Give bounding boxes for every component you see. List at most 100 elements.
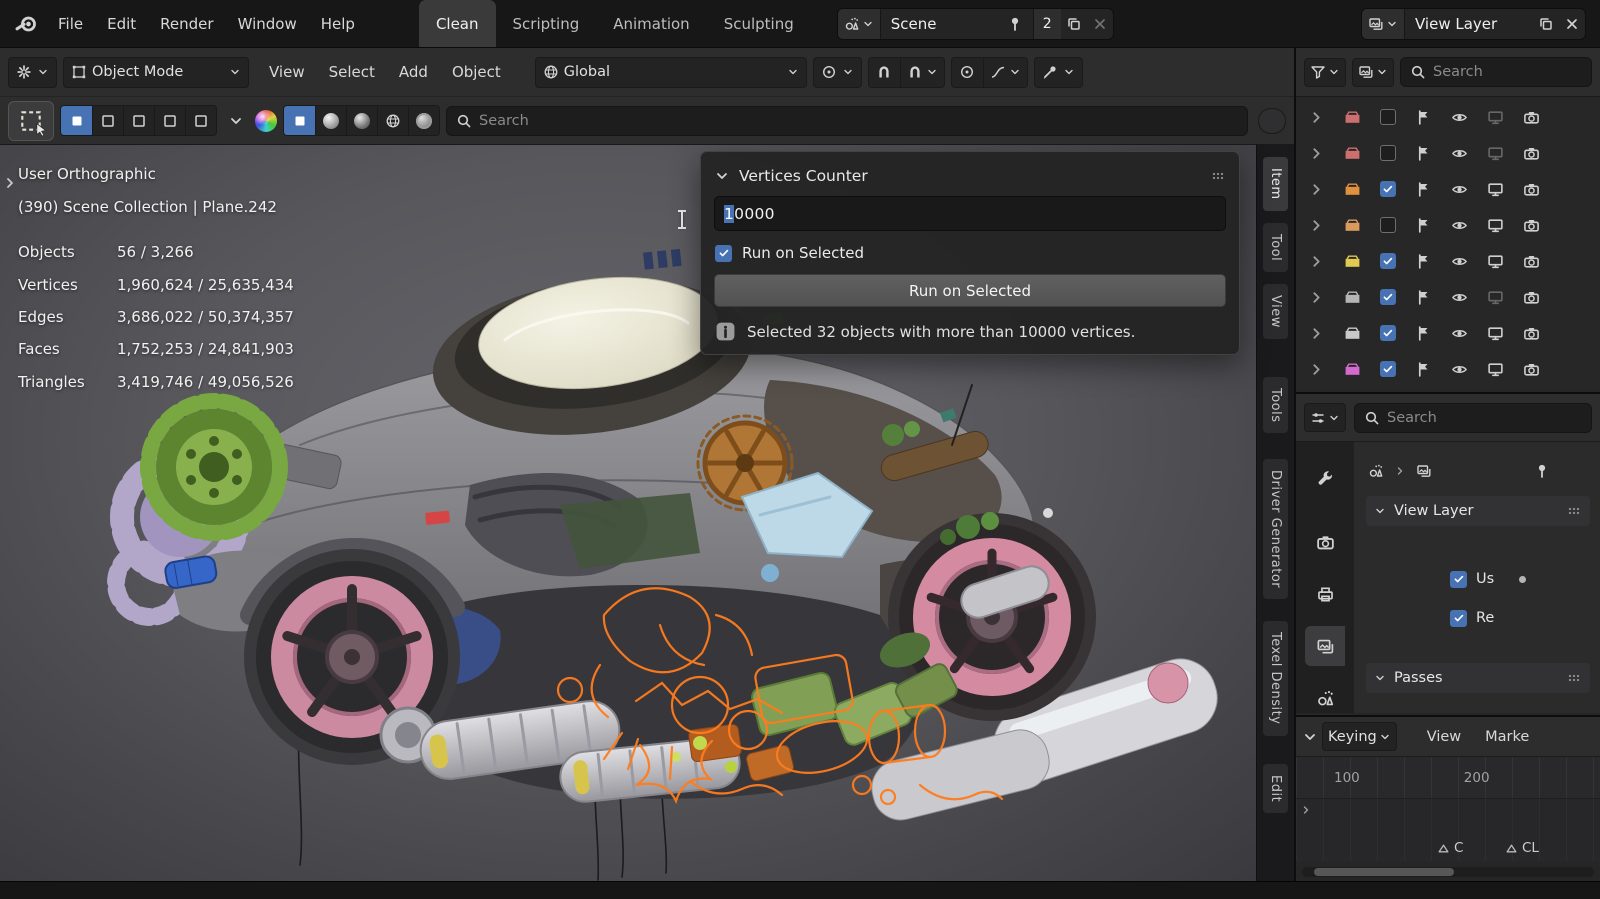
box-select-tool-button[interactable] <box>8 100 54 141</box>
collection-icon[interactable] <box>1344 109 1361 126</box>
outliner-search-field[interactable]: Search <box>1400 57 1592 87</box>
shading-options-button[interactable] <box>408 106 439 135</box>
collection-checkbox[interactable] <box>1380 181 1396 197</box>
properties-search-field[interactable]: Search <box>1354 402 1592 433</box>
exclude-flag-icon[interactable] <box>1415 325 1432 342</box>
topbar-menu-item[interactable]: Help <box>309 9 367 39</box>
outliner-row[interactable] <box>1296 243 1600 279</box>
pivot-point-dropdown[interactable] <box>812 56 862 88</box>
view-layer-name-field[interactable]: View Layer <box>1405 9 1533 39</box>
toolbar-expand-chevron[interactable] <box>2 175 18 191</box>
exclude-flag-icon[interactable] <box>1415 109 1432 126</box>
run-on-selected-button[interactable]: Run on Selected <box>714 274 1226 307</box>
disable-viewport-screen-icon[interactable] <box>1487 325 1504 342</box>
select-mode-new-button[interactable] <box>61 106 92 135</box>
tab-scene[interactable] <box>1305 678 1345 713</box>
expand-chevron-icon[interactable] <box>1308 181 1325 198</box>
editor-menu-chevron[interactable] <box>1302 729 1318 745</box>
collection-checkbox[interactable] <box>1380 253 1396 269</box>
scene-copy-button[interactable] <box>1061 10 1087 38</box>
workspace-tab[interactable]: Sculpting <box>707 0 811 47</box>
proportional-editing-toggle[interactable] <box>951 57 983 87</box>
outliner-row[interactable] <box>1296 171 1600 207</box>
scene-browse-button[interactable] <box>837 8 881 39</box>
hide-eye-icon[interactable] <box>1451 289 1468 306</box>
3d-viewport[interactable]: User Orthographic (390) Scene Collection… <box>0 145 1294 881</box>
grip-icon[interactable] <box>1566 670 1582 686</box>
exclude-flag-icon[interactable] <box>1415 289 1432 306</box>
sidebar-tab[interactable]: Texel Density <box>1263 621 1288 736</box>
collection-checkbox[interactable] <box>1380 289 1396 305</box>
scrollbar-thumb[interactable] <box>1314 868 1454 876</box>
viewport-search-field[interactable]: Search <box>446 105 1248 136</box>
pin-icon[interactable] <box>1007 16 1023 32</box>
tweak-options-dropdown[interactable] <box>1033 56 1083 88</box>
outliner-row[interactable] <box>1296 207 1600 243</box>
timeline-marker[interactable]: C <box>1436 840 1463 856</box>
hide-eye-icon[interactable] <box>1451 217 1468 234</box>
topbar-menu-item[interactable]: File <box>46 9 95 39</box>
select-mode-subtract-button[interactable] <box>123 106 154 135</box>
disable-render-camera-icon[interactable] <box>1523 325 1540 342</box>
expand-chevron-icon[interactable] <box>1308 109 1325 126</box>
view-layer-option[interactable]: Re <box>1450 607 1590 629</box>
outliner-row[interactable] <box>1296 315 1600 351</box>
select-mode-intersect-button[interactable] <box>185 106 216 135</box>
collection-icon[interactable] <box>1344 217 1361 234</box>
tab-view-layer[interactable] <box>1305 626 1345 666</box>
viewport-menu-item[interactable]: View <box>257 57 317 87</box>
disable-render-camera-icon[interactable] <box>1523 109 1540 126</box>
exclude-flag-icon[interactable] <box>1415 253 1432 270</box>
view-layer-panel-header[interactable]: View Layer <box>1366 496 1590 526</box>
view-layer-browse-button[interactable] <box>1362 8 1405 39</box>
outliner-row[interactable] <box>1296 135 1600 171</box>
timeline-body[interactable]: C CL <box>1296 799 1600 861</box>
view-layer-copy-button[interactable] <box>1533 10 1559 38</box>
tab-output[interactable] <box>1305 574 1345 614</box>
sidebar-tab[interactable]: Driver Generator <box>1263 459 1288 600</box>
hide-eye-icon[interactable] <box>1451 253 1468 270</box>
sidebar-tab[interactable]: Edit <box>1263 763 1288 814</box>
timeline-menu-view[interactable]: View <box>1417 722 1471 752</box>
shading-material-button[interactable] <box>315 106 346 135</box>
view-layer-icon[interactable] <box>1416 463 1432 479</box>
outliner-filter-dropdown[interactable] <box>1304 57 1346 87</box>
vertex-count-input[interactable]: 10000 <box>714 196 1226 231</box>
disable-render-camera-icon[interactable] <box>1523 289 1540 306</box>
passes-panel-header[interactable]: Passes <box>1366 663 1590 693</box>
expand-chevron-icon[interactable] <box>1308 325 1325 342</box>
collection-checkbox[interactable] <box>1380 325 1396 341</box>
workspace-tab[interactable]: Scripting <box>496 0 597 47</box>
disable-viewport-screen-icon[interactable] <box>1487 217 1504 234</box>
panel-collapse-chevron[interactable] <box>714 168 730 184</box>
sidebar-tab[interactable]: View <box>1263 283 1288 339</box>
collection-checkbox[interactable] <box>1380 361 1396 377</box>
collection-checkbox[interactable] <box>1380 217 1396 233</box>
hide-eye-icon[interactable] <box>1451 109 1468 126</box>
scene-unlink-button[interactable] <box>1087 10 1113 38</box>
gizmos-dropdown[interactable] <box>223 107 249 135</box>
workspace-tab[interactable]: Animation <box>596 0 706 47</box>
disable-viewport-screen-icon[interactable] <box>1487 145 1504 162</box>
shading-rendered-button[interactable] <box>377 106 408 135</box>
outliner-row[interactable] <box>1296 351 1600 387</box>
select-mode-extend-button[interactable] <box>92 106 123 135</box>
tab-render[interactable] <box>1305 522 1345 562</box>
option-checkbox[interactable] <box>1450 609 1467 627</box>
expand-chevron-icon[interactable] <box>1308 145 1325 162</box>
tab-tool[interactable] <box>1305 458 1345 498</box>
view-layer-option[interactable]: Us <box>1450 568 1590 590</box>
disable-viewport-screen-icon[interactable] <box>1487 361 1504 378</box>
pin-icon[interactable] <box>1534 463 1550 479</box>
grip-icon[interactable] <box>1210 168 1226 184</box>
timeline-menu-marker[interactable]: Marke <box>1475 722 1539 752</box>
sidebar-tab[interactable]: Item <box>1263 157 1288 211</box>
hide-eye-icon[interactable] <box>1451 145 1468 162</box>
outliner-row[interactable] <box>1296 279 1600 315</box>
header-options-pill[interactable] <box>1258 107 1286 134</box>
keying-dropdown[interactable]: Keying <box>1322 722 1397 751</box>
viewport-menu-item[interactable]: Add <box>387 57 440 87</box>
collection-icon[interactable] <box>1344 361 1361 378</box>
exclude-flag-icon[interactable] <box>1415 217 1432 234</box>
mode-selector-dropdown[interactable]: Object Mode <box>63 56 249 88</box>
